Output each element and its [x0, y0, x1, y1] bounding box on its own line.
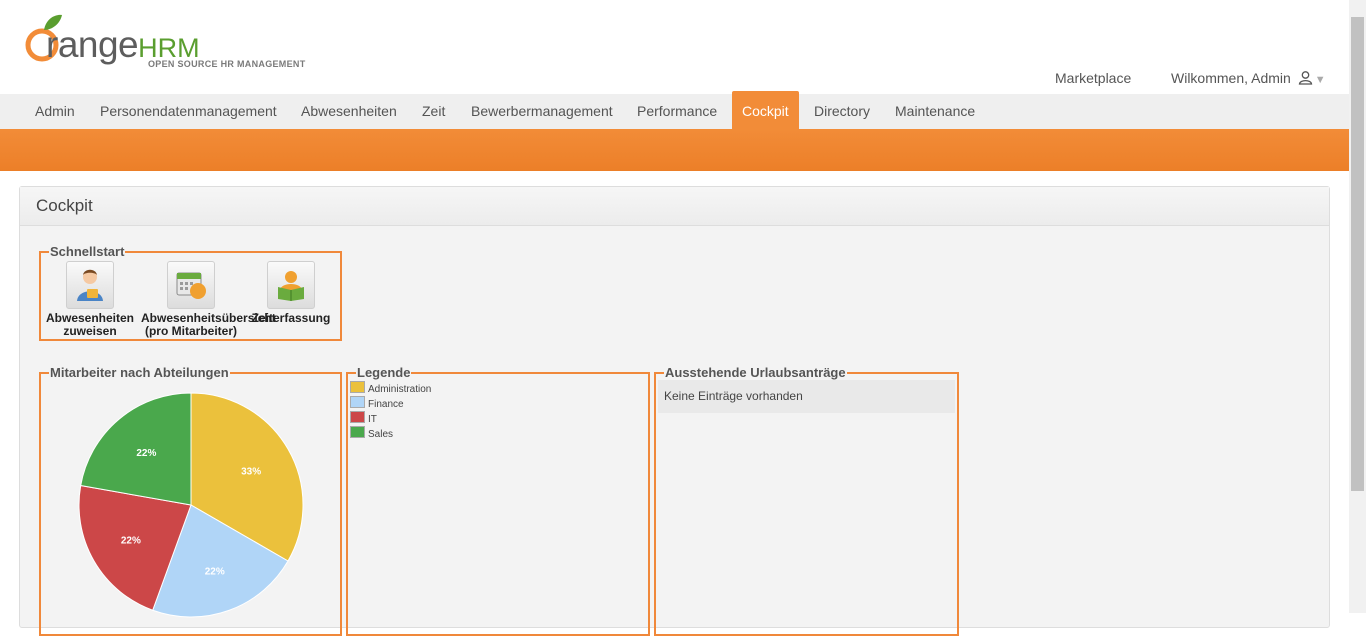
marketplace-link[interactable]: Marketplace — [1055, 70, 1131, 86]
legend-item: Finance — [350, 396, 404, 410]
legend-swatch — [350, 426, 365, 438]
quickstart-box: Schnellstart Abwesenheiten zuweisen Abwe… — [39, 243, 342, 341]
welcome-menu[interactable]: Wilkommen, Admin ▼ — [1171, 70, 1326, 86]
menu-admin[interactable]: Admin — [25, 94, 85, 129]
quickstart-assign-leave[interactable]: Abwesenheiten zuweisen — [45, 261, 135, 338]
leave-calendar-icon — [167, 261, 215, 309]
cockpit-panel: Cockpit Schnellstart Abwesenheiten zuweis… — [19, 186, 1330, 636]
legend-item: Sales — [350, 426, 393, 440]
assign-leave-line1: Abwesenheiten — [45, 311, 135, 325]
pie-label-administration: 33% — [241, 466, 261, 477]
menu-cockpit[interactable]: Cockpit — [732, 91, 799, 129]
timesheet-line1: Zeiterfassung — [251, 311, 331, 325]
employees-chart-box: Mitarbeiter nach Abteilungen 33% 22% 22% 22… — [39, 364, 342, 636]
pending-leave-empty: Keine Einträge vorhanden — [658, 380, 955, 413]
quickstart-leave-list[interactable]: Abwesenheitsübersicht (pro Mitarbeiter) — [141, 261, 276, 338]
orange-band — [0, 129, 1349, 171]
legend-item: IT — [350, 411, 377, 425]
menu-directory[interactable]: Directory — [804, 94, 880, 129]
pie-label-finance: 22% — [205, 566, 225, 577]
legend-item: Administration — [350, 381, 431, 395]
quickstart-timesheet-label: Zeiterfassung — [244, 312, 338, 325]
quickstart-assign-leave-label: Abwesenheiten zuweisen — [45, 312, 135, 338]
brand-name-main: range — [46, 24, 139, 65]
menu-bewerbermanagement[interactable]: Bewerbermanagement — [461, 94, 623, 129]
legend-label: IT — [368, 414, 377, 425]
chevron-down-icon: ▼ — [1314, 74, 1326, 86]
menu-performance[interactable]: Performance — [627, 94, 727, 129]
quickstart-leave-list-label: Abwesenheitsübersicht (pro Mitarbeiter) — [141, 312, 276, 338]
user-icon — [1298, 71, 1312, 85]
brand-tagline: OPEN SOURCE HR MANAGEMENT — [148, 59, 306, 69]
legend-title: Legende — [356, 364, 412, 381]
quickstart-title: Schnellstart — [49, 243, 126, 260]
orangehrm-logo[interactable]: rangeHRM OPEN SOURCE HR MANAGEMENT — [24, 12, 314, 74]
page-scrollbar[interactable] — [1349, 0, 1366, 613]
pie-label-sales: 22% — [136, 448, 156, 459]
legend-swatch — [350, 411, 365, 423]
legend-label: Administration — [368, 384, 432, 395]
legend-label: Sales — [368, 429, 394, 440]
main-menu: Admin Personendatenmanagement Abwesenhei… — [0, 91, 1349, 130]
department-pie-chart: 33% 22% 22% 22% — [78, 392, 304, 618]
leave-list-line2: (pro Mitarbeiter) — [144, 324, 237, 338]
quickstart-timesheet[interactable]: Zeiterfassung — [244, 261, 338, 325]
pie-label-it: 22% — [121, 536, 141, 547]
menu-zeit[interactable]: Zeit — [412, 94, 455, 129]
menu-personendatenmanagement[interactable]: Personendatenmanagement — [90, 94, 287, 129]
assign-leave-icon — [66, 261, 114, 309]
legend-swatch — [350, 396, 365, 408]
menu-abwesenheiten[interactable]: Abwesenheiten — [291, 94, 407, 129]
panel-title: Cockpit — [20, 187, 1329, 226]
scrollbar-thumb[interactable] — [1351, 17, 1364, 491]
assign-leave-line2: zuweisen — [63, 324, 117, 338]
legend-box: Legende Administration Finance IT Sales — [346, 364, 650, 636]
menu-maintenance[interactable]: Maintenance — [885, 94, 985, 129]
welcome-label: Wilkommen, Admin — [1171, 70, 1291, 86]
legend-label: Finance — [368, 399, 404, 410]
timesheet-icon — [267, 261, 315, 309]
pending-leave-title: Ausstehende Urlaubsanträge — [664, 364, 847, 381]
pending-leave-box: Ausstehende Urlaubsanträge Keine Einträg… — [654, 364, 959, 636]
legend-swatch — [350, 381, 365, 393]
